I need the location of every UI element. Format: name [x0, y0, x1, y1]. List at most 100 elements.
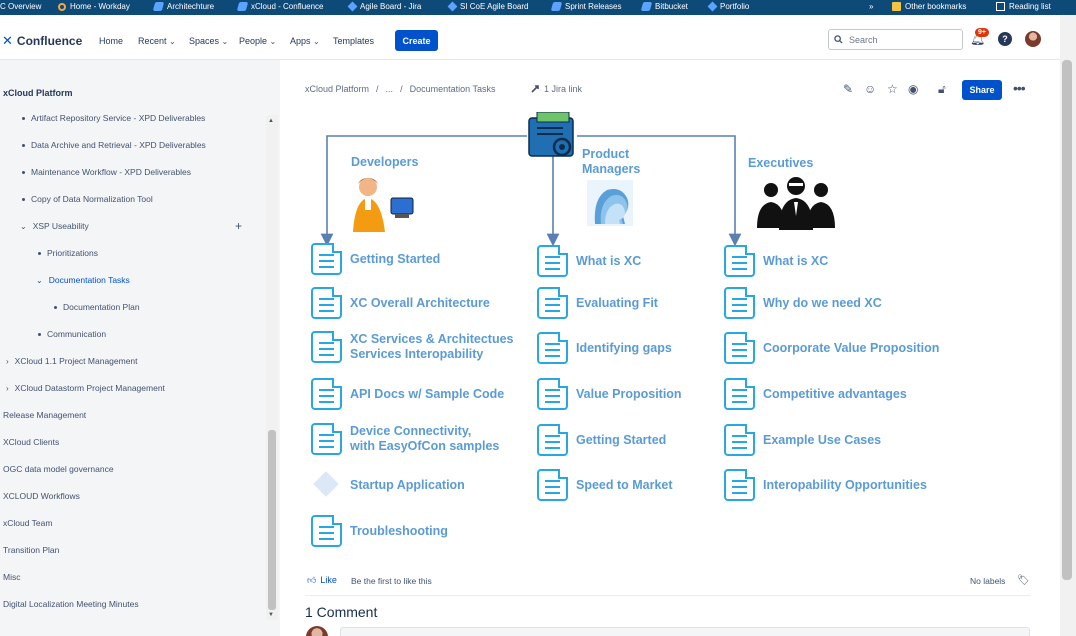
sidebar-item[interactable]: Transition Plan	[3, 545, 59, 555]
scroll-up-icon[interactable]: ▲	[268, 118, 274, 124]
add-page-icon[interactable]: +	[235, 219, 242, 233]
doc-link[interactable]: Speed to Market	[537, 469, 673, 501]
sidebar-item[interactable]: XCLOUD Workflows	[3, 491, 80, 501]
sidebar-item[interactable]: Documentation Plan	[54, 302, 140, 312]
bookmark-xcloud-confluence[interactable]: xCloud - Confluence	[236, 2, 323, 11]
sidebar-item[interactable]: Prioritizations	[38, 248, 98, 258]
document-icon	[537, 287, 568, 319]
sidebar-item[interactable]: Data Archive and Retrieval - XPD Deliver…	[22, 140, 206, 150]
bookmark-workday[interactable]: Home - Workday	[58, 2, 130, 11]
document-icon	[537, 424, 568, 456]
like-button[interactable]: 👍︎ Like	[307, 575, 337, 586]
bookmark-agile-board[interactable]: Agile Board - Jira	[347, 1, 421, 12]
doc-link[interactable]: XC Overall Architecture	[311, 287, 490, 319]
bookmark-portfolio[interactable]: Portfolio	[707, 1, 749, 12]
doc-link[interactable]: Getting Started	[537, 424, 666, 456]
nav-spaces[interactable]: Spaces ⌄	[189, 36, 228, 46]
nav-apps[interactable]: Apps ⌄	[290, 36, 320, 46]
sidebar-item[interactable]: Misc	[3, 572, 20, 582]
sidebar-item[interactable]: › XCloud 1.1 Project Management	[6, 356, 138, 366]
sidebar-item[interactable]: Release Management	[3, 410, 86, 420]
doc-link[interactable]: What is XC	[724, 245, 828, 277]
share-button[interactable]: Share	[962, 80, 1002, 100]
edit-icon[interactable]: ✎	[843, 82, 853, 96]
bookmark-si-coe[interactable]: SI CoE Agile Board	[447, 1, 528, 12]
bookmark-overview[interactable]: C Overview	[0, 2, 41, 11]
sidebar-item[interactable]: Copy of Data Normalization Tool	[22, 194, 153, 204]
doc-link[interactable]: What is XC	[537, 245, 641, 277]
bullet-icon	[22, 197, 25, 201]
document-icon	[311, 423, 342, 455]
bookmark-sprint-releases[interactable]: Sprint Releases	[550, 2, 621, 11]
breadcrumb-page[interactable]: Documentation Tasks	[410, 84, 496, 94]
bullet-icon	[38, 251, 41, 255]
nav-recent[interactable]: Recent ⌄	[138, 36, 176, 46]
doc-link[interactable]: Identifying gaps	[537, 332, 672, 364]
space-title[interactable]: xCloud Platform	[3, 88, 73, 98]
documentation-diagram: Developers Product Managers Executives G…	[305, 112, 1033, 552]
bookmark-bitbucket[interactable]: Bitbucket	[640, 2, 688, 11]
sidebar-item[interactable]: xCloud Team	[3, 518, 52, 528]
user-avatar[interactable]	[1025, 31, 1041, 47]
breadcrumb-space[interactable]: xCloud Platform	[305, 84, 369, 94]
doc-link[interactable]: Value Proposition	[537, 378, 682, 410]
doc-link[interactable]: Why do we need XC	[724, 287, 882, 319]
doc-link[interactable]: Startup Application	[311, 469, 465, 501]
nav-people[interactable]: People ⌄	[239, 36, 276, 46]
star-icon[interactable]: ☆	[887, 82, 898, 96]
column-heading-product-managers: Product Managers	[582, 147, 641, 176]
bullet-icon	[38, 332, 41, 336]
sidebar-item[interactable]: OGC data model governance	[3, 464, 114, 474]
doc-link[interactable]: Competitive advantages	[724, 378, 907, 410]
tag-icon[interactable]: 🏷︎	[1017, 575, 1030, 586]
confluence-logo[interactable]: ✕ Confluence	[2, 33, 82, 49]
jira-link[interactable]: 1 Jira link	[530, 84, 582, 94]
bullet-icon	[22, 143, 25, 147]
nav-templates[interactable]: Templates	[333, 36, 374, 46]
diamond-icon	[311, 469, 342, 501]
comment-box[interactable]	[340, 627, 1030, 636]
sidebar-item[interactable]: Artifact Repository Service - XPD Delive…	[22, 113, 205, 123]
bullet-icon	[54, 305, 57, 309]
bookmark-architechture[interactable]: Architechture	[152, 2, 214, 11]
breadcrumb: xCloud Platform / ... / Documentation Ta…	[305, 84, 495, 94]
document-icon	[724, 245, 755, 277]
doc-link[interactable]: Device Connectivity, with EasyOfCon samp…	[311, 423, 499, 455]
chevron-down-icon: ⌄	[313, 37, 320, 46]
sidebar-item[interactable]: Maintenance Workflow - XPD Deliverables	[22, 167, 191, 177]
scroll-down-icon[interactable]: ▼	[268, 612, 274, 618]
sidebar-item-xsp-useability[interactable]: ⌄ XSP Useability	[20, 221, 89, 231]
doc-link[interactable]: Interopability Opportunities	[724, 469, 927, 501]
doc-link[interactable]: XC Services & Architectues Services Inte…	[311, 331, 514, 363]
sidebar-item[interactable]: Digital Localization Meeting Minutes	[3, 599, 139, 609]
hub-server-icon	[528, 112, 574, 157]
breadcrumb-ellipsis[interactable]: ...	[386, 84, 394, 94]
search-input[interactable]: Search	[828, 29, 963, 50]
doc-link[interactable]: Example Use Cases	[724, 424, 881, 456]
more-actions-icon[interactable]: •••	[1013, 80, 1026, 96]
bookmarks-overflow[interactable]: »	[869, 2, 873, 11]
sidebar-item[interactable]: Communication	[38, 329, 106, 339]
nav-home[interactable]: Home	[99, 36, 123, 46]
doc-link[interactable]: Evaluating Fit	[537, 287, 658, 319]
watch-icon[interactable]: ◉	[908, 82, 918, 96]
create-button[interactable]: Create	[395, 30, 438, 51]
document-icon	[311, 287, 342, 319]
sidebar-item[interactable]: XCloud Clients	[3, 437, 59, 447]
bookmark-reading-list[interactable]: Reading list	[996, 2, 1051, 11]
sidebar-scrollbar-thumb[interactable]	[268, 430, 276, 610]
doc-link[interactable]: Coorporate Value Proposition	[724, 332, 939, 364]
restrictions-icon[interactable]: 🔓︎	[938, 82, 946, 97]
bookmark-other[interactable]: Other bookmarks	[892, 2, 966, 11]
doc-link[interactable]: Troubleshooting	[311, 515, 448, 547]
doc-link[interactable]: Getting Started	[311, 243, 440, 275]
document-icon	[724, 378, 755, 410]
comment-icon[interactable]: ☺	[864, 82, 876, 96]
doc-link[interactable]: API Docs w/ Sample Code	[311, 378, 504, 410]
sidebar-item-documentation-tasks[interactable]: ⌄ Documentation Tasks	[36, 275, 130, 285]
window-scrollbar-thumb[interactable]	[1062, 60, 1072, 580]
chevron-right-icon: ›	[6, 383, 9, 393]
help-icon[interactable]: ?	[998, 32, 1012, 46]
sidebar-item[interactable]: › XCloud Datastorm Project Management	[6, 383, 165, 393]
chevron-down-icon: ⌄	[20, 221, 27, 231]
